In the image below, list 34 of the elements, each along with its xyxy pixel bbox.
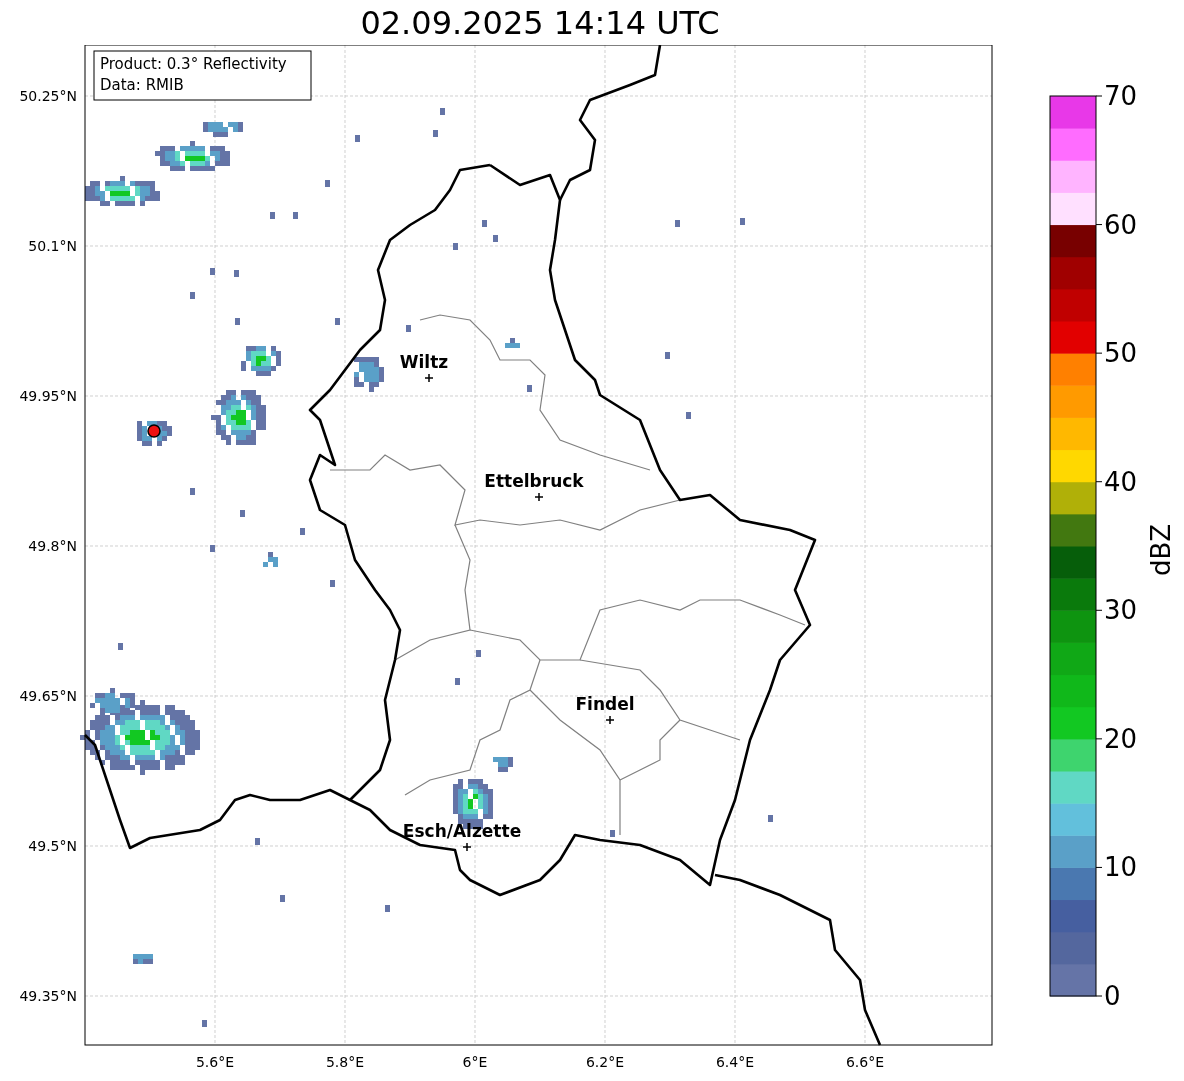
info-text: Data: RMIB [100,76,184,94]
colorbar-tick-label: 40 [1104,466,1138,497]
colorbar-tick-label: 60 [1104,209,1138,240]
colorbar-tick-label: 10 [1104,852,1138,883]
info-text: Product: 0.3° Reflectivity [100,55,287,73]
city-marker-icon [534,492,544,502]
longitude-label: 6.4°E [715,1054,755,1070]
longitude-label: 5.6°E [195,1054,235,1070]
city-marker-icon [462,842,472,852]
city-label: Ettelbruck [484,471,584,491]
longitude-label: 6°E [462,1054,488,1070]
longitude-label: 6.2°E [585,1054,625,1070]
latitude-label: 50.1°N [28,238,77,254]
colorbar-label: dBZ [1146,523,1176,577]
latitude-label: 49.8°N [28,538,77,554]
city-label: Esch/Alzette [402,821,522,841]
city-marker-icon [605,715,615,725]
latitude-label: 49.95°N [19,388,77,404]
colorbar-tick-label: 70 [1104,81,1138,111]
longitude-label: 5.8°E [325,1054,365,1070]
city-label: Findel [575,694,635,714]
latitude-label: 49.35°N [19,988,77,1004]
chart-title: 02.09.2025 14:14 UTC [359,2,721,44]
latitude-label: 50.25°N [19,88,77,104]
colorbar-tick-label: 0 [1104,981,1121,1011]
city-label: Wiltz [399,352,449,372]
latitude-label: 49.5°N [28,838,77,854]
colorbar-tick-label: 30 [1104,595,1138,626]
longitude-label: 6.6°E [845,1054,885,1070]
radar-site-marker [147,424,161,438]
colorbar-tick-label: 20 [1104,723,1138,754]
colorbar-tick-label: 50 [1104,338,1138,369]
city-marker-icon [424,373,434,383]
latitude-label: 49.65°N [19,688,77,704]
